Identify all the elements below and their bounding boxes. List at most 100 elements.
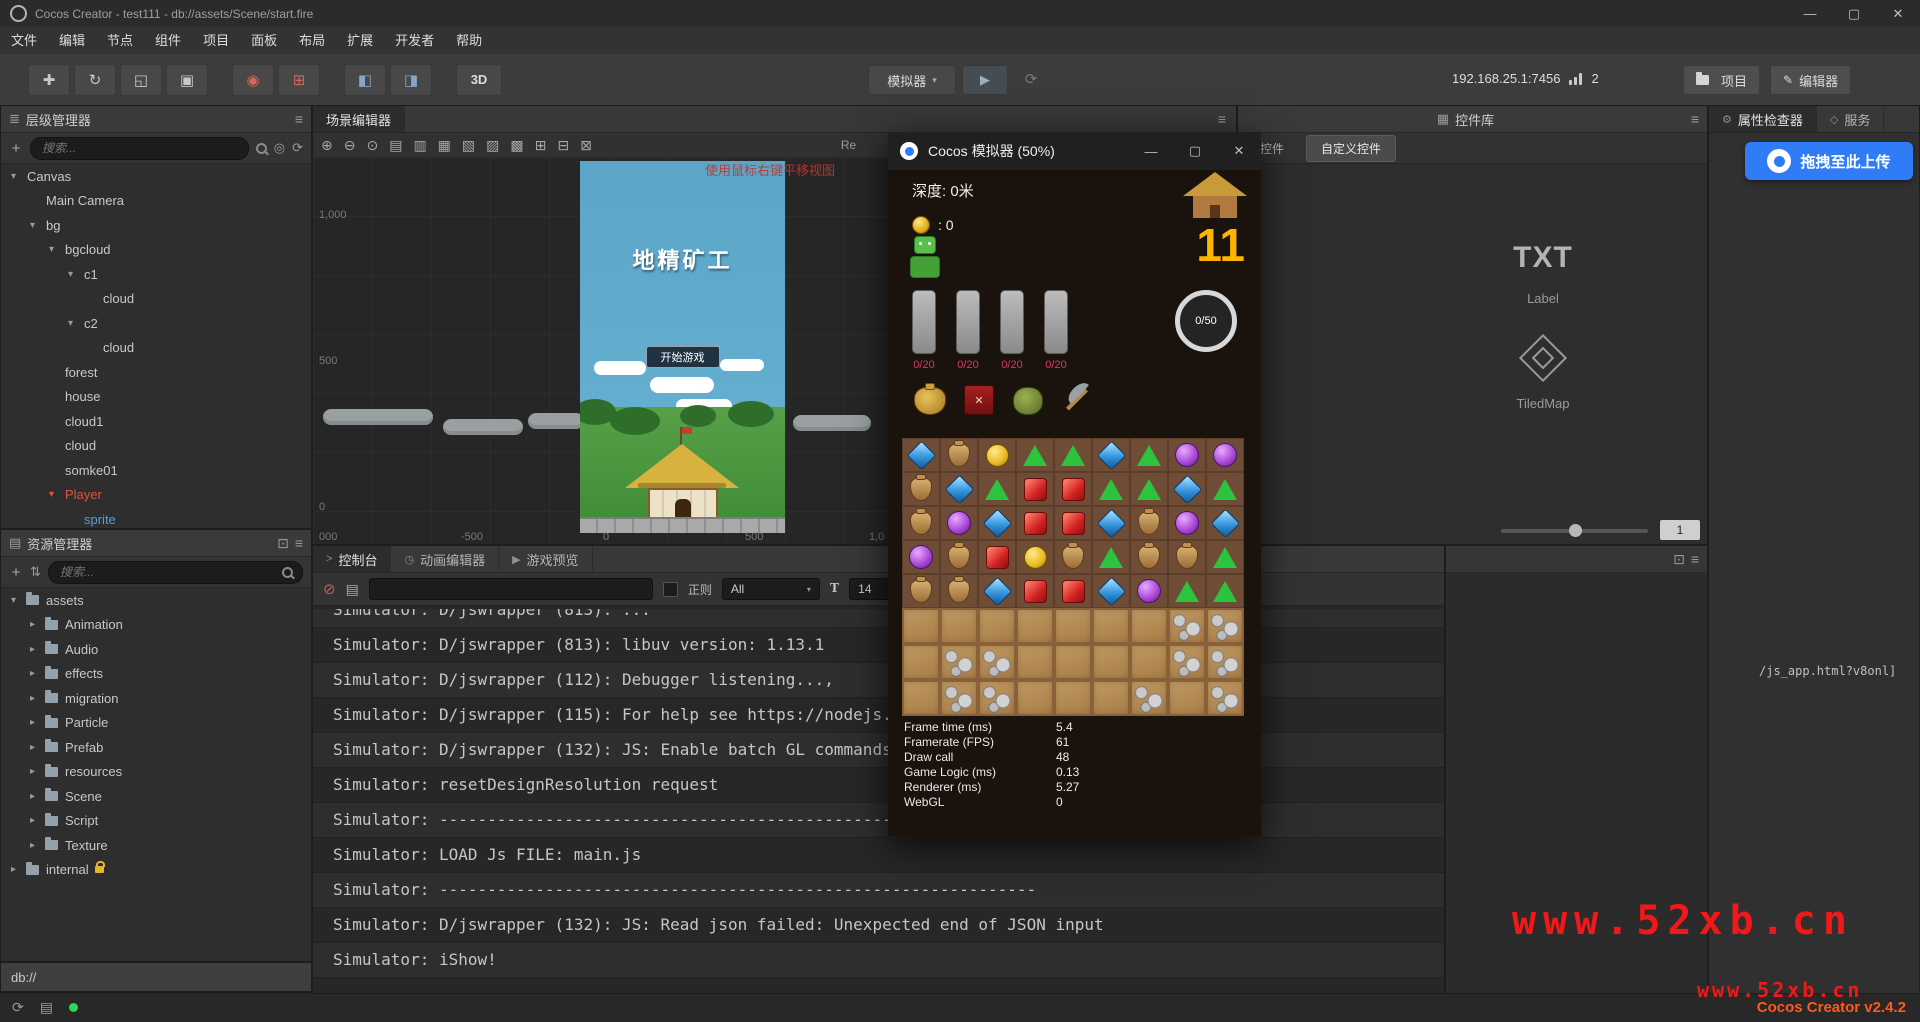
tree-node[interactable]: cloud [1,287,311,312]
board-cell[interactable] [1054,472,1092,506]
board-cell[interactable] [1206,574,1244,608]
board-cell[interactable] [940,438,978,472]
item-slot-sack[interactable] [910,378,950,418]
align-center-icon[interactable]: ▥ [413,137,426,154]
item-slot-pouch[interactable] [1008,378,1048,418]
camera-preview[interactable]: 地精矿工 开始游戏 [580,161,785,533]
board-cell[interactable] [1016,506,1054,540]
tree-node[interactable]: Main Camera [1,189,311,214]
align-left-icon[interactable]: ▤ [389,137,402,154]
locate-icon[interactable]: ◎ [274,140,285,156]
widget-item[interactable]: TXTLabel [1513,241,1573,306]
dirt-tile[interactable] [1130,644,1168,680]
board-cell[interactable] [1206,540,1244,574]
assets-search-input[interactable] [58,564,276,580]
board-cell[interactable] [1092,574,1130,608]
search-icon[interactable] [256,143,267,154]
refresh-icon[interactable]: ⟳ [292,140,303,156]
tree-node[interactable]: ▸Particle [1,711,311,736]
board-cell[interactable] [1054,540,1092,574]
expand-arrow[interactable]: ▾ [11,171,26,182]
tab-game-preview[interactable]: ▶游戏预览 [499,546,592,572]
scale-tool[interactable]: ◱ [120,64,162,96]
tree-node[interactable]: sprite [1,507,311,529]
board-cell[interactable] [1130,472,1168,506]
play-button[interactable]: ▶ [962,65,1008,95]
tree-node[interactable]: ▸effects [1,662,311,687]
expand-arrow[interactable]: ▸ [30,840,45,851]
board-cell[interactable] [1206,506,1244,540]
tree-node[interactable]: ▸migration [1,686,311,711]
dirt-tile[interactable] [1168,680,1206,716]
rock-tile[interactable] [940,680,978,716]
board-cell[interactable] [1168,472,1206,506]
tree-node[interactable]: ▸Prefab [1,735,311,760]
home-button[interactable] [1183,172,1247,222]
expand-arrow[interactable]: ▾ [30,220,45,231]
cloud-sprite[interactable] [323,409,433,425]
refresh-preview-button[interactable]: ⟳ [1014,65,1048,93]
hierarchy-search-input[interactable] [40,140,239,156]
board-cell[interactable] [940,506,978,540]
board-cell[interactable] [1130,506,1168,540]
preview-device-select[interactable]: 模拟器 ▾ [868,65,956,95]
board-cell[interactable] [1168,438,1206,472]
tree-node[interactable]: ▾c1 [1,262,311,287]
dirt-tile[interactable] [940,608,978,644]
rect-tool[interactable]: ▣ [166,64,208,96]
dirt-tile[interactable] [978,608,1016,644]
expand-arrow[interactable]: ▸ [30,766,45,777]
maximize-button[interactable]: ▢ [1832,0,1876,27]
expand-arrow[interactable]: ▸ [30,693,45,704]
board-cell[interactable] [1092,506,1130,540]
tree-node[interactable]: ▸internal [1,858,311,883]
open-project-button[interactable]: 项目 [1683,65,1760,95]
board-cell[interactable] [940,472,978,506]
dirt-tile[interactable] [1092,608,1130,644]
tab-services[interactable]: ◇服务 [1817,106,1884,132]
board-cell[interactable] [1054,438,1092,472]
rock-tile[interactable] [978,644,1016,680]
board-cell[interactable] [1092,540,1130,574]
board-cell[interactable] [902,438,940,472]
board-cell[interactable] [902,540,940,574]
expand-arrow[interactable]: ▾ [49,489,64,500]
tab-console[interactable]: >控制台 [313,546,391,572]
board-cell[interactable] [1130,574,1168,608]
dirt-tile[interactable] [1016,608,1054,644]
create-asset-button[interactable]: + [9,564,23,581]
maximize-button[interactable]: ▢ [1173,132,1217,170]
dirt-tile[interactable] [1016,680,1054,716]
tree-node[interactable]: somke01 [1,458,311,483]
zoom-out-icon[interactable]: ⊖ [344,137,356,154]
board-cell[interactable] [1168,540,1206,574]
expand-arrow[interactable]: ▸ [30,717,45,728]
expand-arrow[interactable]: ▾ [68,318,83,329]
board-cell[interactable] [978,574,1016,608]
tree-node[interactable]: ▸resources [1,760,311,785]
tree-node[interactable]: forest [1,360,311,385]
expand-arrow[interactable]: ▾ [49,244,64,255]
board-cell[interactable] [1130,540,1168,574]
cloud-sprite[interactable] [528,413,584,429]
tab-custom-widgets[interactable]: 自定义控件 [1306,135,1396,162]
tab-inspector[interactable]: ⚙属性检查器 [1709,106,1817,132]
pivot-toggle[interactable]: ◉ [232,64,274,96]
panel-menu-icon[interactable]: ≡ [1691,551,1699,567]
menu-item[interactable]: 布局 [288,27,336,54]
tree-node[interactable]: ▸Audio [1,637,311,662]
board-cell[interactable] [1016,472,1054,506]
board-cell[interactable] [1054,574,1092,608]
rock-tile[interactable] [1206,644,1244,680]
align-bottom-icon[interactable]: ▩ [510,137,523,154]
board-cell[interactable] [940,574,978,608]
slider-handle[interactable] [1569,524,1582,537]
align-right-icon[interactable]: ▦ [438,137,451,154]
distribute-h-icon[interactable]: ⊞ [535,137,547,154]
dock-icon[interactable]: ⊡ [277,535,289,552]
item-slot-tnt[interactable]: ✕ [959,378,999,418]
gizmo-gl-toggle[interactable]: ◨ [390,64,432,96]
item-slot-pickaxe[interactable] [1057,378,1097,418]
tree-node[interactable]: cloud [1,434,311,459]
rotate-tool[interactable]: ↻ [74,64,116,96]
